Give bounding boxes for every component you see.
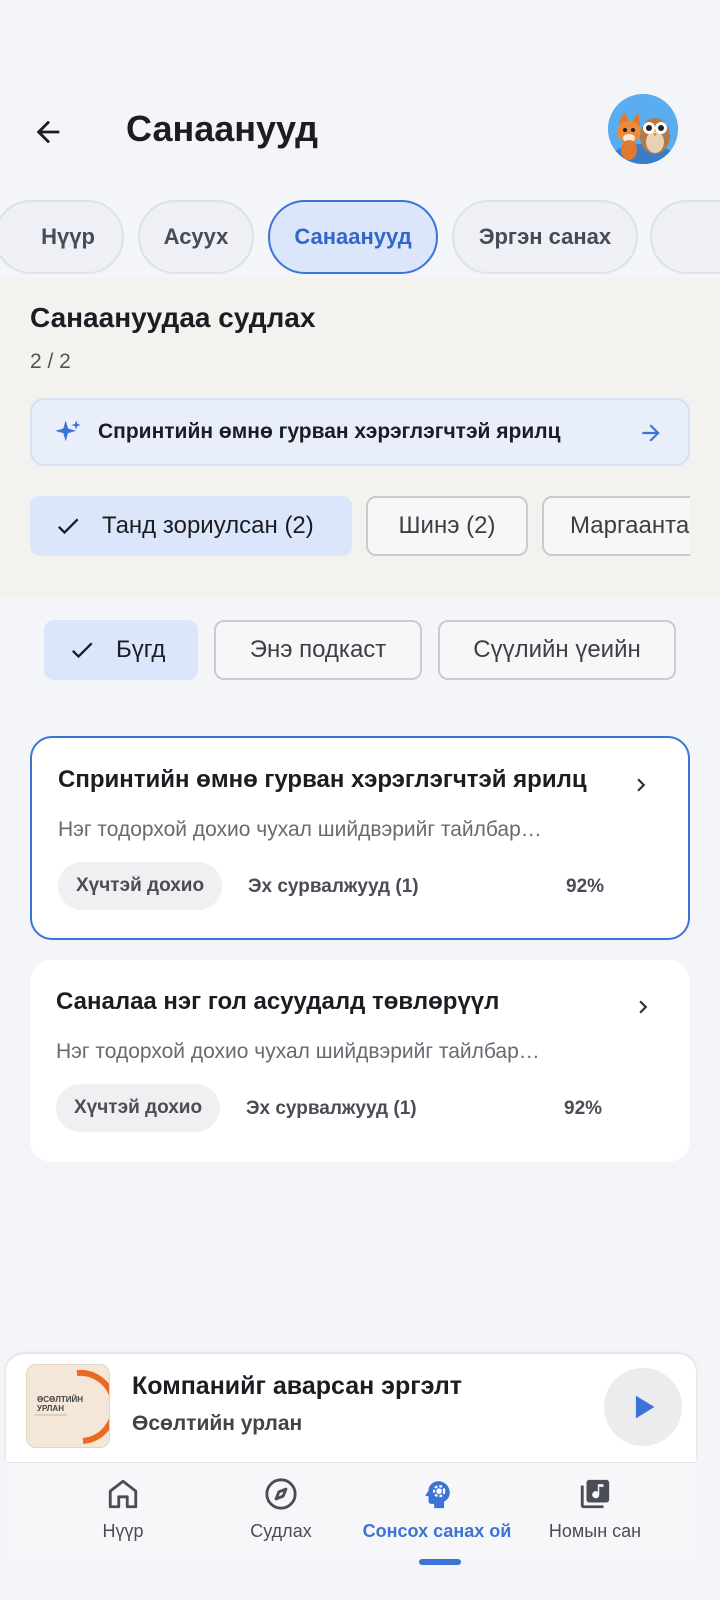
chip-controversial[interactable]: Маргаантай: [542, 496, 690, 556]
nav-label: Сонсох санах ой: [362, 1521, 512, 1541]
nav-explore[interactable]: Судлах: [196, 1477, 366, 1542]
explore-chips: Танд зориулсан (2) Шинэ (2) Маргаантай: [30, 496, 690, 558]
play-button[interactable]: [604, 1368, 682, 1446]
episode-cover: ӨСӨЛТИЙН УРЛАН: [26, 1364, 110, 1448]
tab-more[interactable]: [650, 200, 720, 274]
explore-panel: Санаануудаа судлах 2 / 2 Спринтийн өмнө …: [0, 278, 720, 596]
player-title: Компанийг аварсан эргэлт: [132, 1372, 462, 1400]
home-icon: [108, 1479, 138, 1509]
avatar-illustration: [608, 94, 678, 164]
confidence-percent: 92%: [564, 1098, 603, 1119]
app-header: Санаанууд: [0, 88, 720, 172]
nav-label: Номын сан: [548, 1521, 642, 1541]
back-arrow-icon: [36, 120, 60, 144]
tab-ask[interactable]: Асуух: [138, 200, 254, 274]
sources-link[interactable]: Эх сурвалжууд (1): [246, 1098, 417, 1120]
page-title: Санаанууд: [126, 108, 318, 149]
mini-player[interactable]: ӨСӨЛТИЙН УРЛАН Компанийг аварсан эргэлт …: [6, 1354, 696, 1462]
brain-gear-icon: [425, 1481, 450, 1509]
player-subtitle: Өсөлтийн урлан: [132, 1412, 303, 1435]
compass-icon: [265, 1478, 297, 1510]
chip-label: Танд зориулсан (2): [102, 512, 314, 539]
idea-card[interactable]: Спринтийн өмнө гурван хэрэглэгчтэй ярилц…: [30, 736, 690, 940]
explore-title: Санаануудаа судлах: [30, 302, 316, 333]
chevron-right-icon: [637, 778, 646, 792]
check-icon: [57, 518, 79, 535]
play-icon: [635, 1395, 655, 1419]
nav-listen-memory[interactable]: Сонсох санах ой: [352, 1477, 522, 1542]
chip-label: Маргаантай: [570, 512, 690, 539]
nav-label: Нүүр: [102, 1521, 144, 1541]
arrow-right-icon: [642, 424, 660, 442]
avatar[interactable]: [608, 94, 678, 164]
tab-ideas[interactable]: Санаанууд: [268, 200, 438, 274]
tab-recall[interactable]: Эргэн санах: [452, 200, 638, 274]
bottom-navigation: Нүүр Судлах Сонсох санах ой Номын сан: [6, 1462, 696, 1565]
filter-all[interactable]: Бүгд: [44, 620, 198, 680]
confidence-percent: 92%: [566, 876, 605, 897]
sparkle-icon: [55, 420, 81, 442]
card-title: Спринтийн өмнө гурван хэрэглэгчтэй ярилц: [58, 766, 587, 793]
signal-badge: Хүчтэй дохио: [58, 862, 223, 910]
filter-label: Сүүлийн үеийн: [473, 636, 641, 663]
idea-card[interactable]: Саналаа нэг гол асуудалд төвлөрүүл Нэг т…: [30, 960, 690, 1162]
chip-for-you[interactable]: Танд зориулсан (2): [30, 496, 352, 556]
suggestion-text: Спринтийн өмнө гурван хэрэглэгчтэй ярилц: [98, 420, 561, 443]
nav-label: Судлах: [250, 1521, 312, 1541]
signal-badge: Хүчтэй дохио: [56, 1084, 221, 1132]
chevron-right-icon: [639, 1000, 648, 1014]
chip-new[interactable]: Шинэ (2): [366, 496, 528, 556]
tab-label: Нүүр: [41, 224, 95, 249]
suggestion-banner[interactable]: Спринтийн өмнө гурван хэрэглэгчтэй ярилц: [30, 398, 690, 466]
filter-label: Энэ подкаст: [249, 636, 387, 663]
card-title: Саналаа нэг гол асуудалд төвлөрүүл: [56, 988, 500, 1015]
library-music-icon: [580, 1479, 610, 1509]
filter-this-podcast[interactable]: Энэ подкаст: [214, 620, 422, 680]
cover-title: ӨСӨЛТИЙН УРЛАН: [37, 1395, 83, 1413]
tab-home[interactable]: Нүүр: [0, 200, 124, 274]
chip-label: Шинэ (2): [398, 512, 496, 539]
filter-row: Бүгд Энэ подкаст Сүүлийн үеийн: [0, 620, 720, 682]
card-description: Нэг тодорхой дохио чухал шийдвэрийг тайл…: [58, 818, 542, 841]
tab-label: Санаанууд: [294, 224, 412, 249]
check-icon: [71, 642, 93, 659]
top-tabs: Нүүр Асуух Санаанууд Эргэн санах: [0, 198, 720, 278]
nav-library[interactable]: Номын сан: [510, 1477, 680, 1542]
card-description: Нэг тодорхой дохио чухал шийдвэрийг тайл…: [56, 1040, 540, 1063]
tab-label: Асуух: [163, 224, 229, 249]
back-button[interactable]: [26, 110, 70, 154]
filter-label: Бүгд: [116, 636, 166, 663]
explore-count: 2 / 2: [30, 350, 71, 373]
filter-recent[interactable]: Сүүлийн үеийн: [438, 620, 676, 680]
active-tab-indicator: [419, 1559, 461, 1565]
sources-link[interactable]: Эх сурвалжууд (1): [248, 876, 419, 898]
nav-home[interactable]: Нүүр: [38, 1477, 208, 1542]
tab-label: Эргэн санах: [478, 224, 612, 249]
